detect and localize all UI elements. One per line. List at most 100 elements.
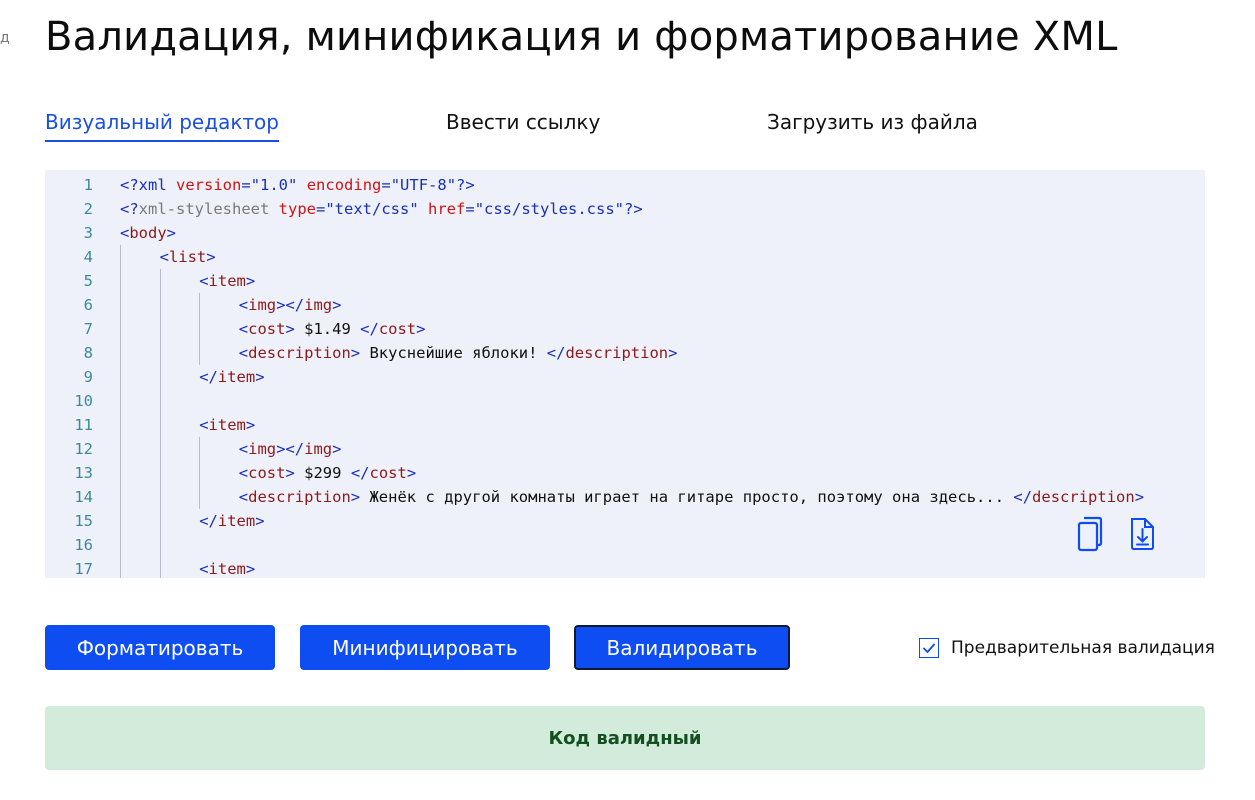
code-token: <	[199, 560, 209, 578]
code-line[interactable]: 1 <?xml version="1.0" encoding="UTF-8"?>	[45, 173, 1205, 197]
code-token: cost	[369, 464, 407, 482]
line-number: 8	[83, 344, 93, 362]
code-token: <	[238, 440, 249, 458]
page-title: Валидация, минификация и форматирование …	[45, 14, 1118, 60]
code-token: <	[238, 296, 249, 314]
code-line[interactable]: 10	[45, 389, 1205, 413]
prevalidation-label: Предварительная валидация	[951, 638, 1215, 658]
validation-result-message: Код валидный	[548, 727, 702, 749]
prevalidation-toggle[interactable]: Предварительная валидация	[919, 636, 1215, 660]
code-token: cost	[248, 464, 286, 482]
code-token: <	[238, 488, 249, 506]
code-token: >	[166, 224, 177, 242]
code-token: </	[546, 344, 566, 362]
code-text: <cost> $1.49 </cost>	[239, 317, 426, 341]
format-button[interactable]: Форматировать	[45, 625, 275, 670]
indent-guide	[120, 245, 121, 578]
code-token: "UTF-8"	[390, 176, 457, 194]
code-token: <	[238, 464, 249, 482]
code-token: "1.0"	[250, 176, 298, 194]
code-token: item	[217, 368, 256, 386]
tab-enter-url[interactable]: Ввести ссылку	[446, 110, 600, 140]
minify-button[interactable]: Минифицировать	[300, 625, 550, 670]
line-number: 14	[74, 488, 93, 506]
prevalidation-checkbox[interactable]	[919, 638, 939, 658]
code-token: >	[406, 464, 417, 482]
code-token: =	[241, 176, 251, 194]
code-token: >	[350, 488, 361, 506]
code-token: <	[199, 416, 209, 434]
code-token: >	[285, 464, 295, 482]
code-line[interactable]: 15 </item>	[45, 509, 1205, 533]
code-text: <img></img>	[239, 437, 342, 461]
line-number: 4	[83, 248, 93, 266]
code-line[interactable]: 17 <item>	[45, 557, 1205, 578]
code-line[interactable]: 9 </item>	[45, 365, 1205, 389]
code-line[interactable]: 8 <description> Вкуснейшие яблоки! </desc…	[45, 341, 1205, 365]
code-token: </	[350, 464, 370, 482]
code-line[interactable]: 14 <description> Женёк с другой комнаты и…	[45, 485, 1205, 509]
code-token: =	[316, 200, 326, 218]
code-token: <?xml	[120, 176, 167, 194]
code-token: ></	[276, 440, 305, 458]
code-line[interactable]: 12 <img></img>	[45, 437, 1205, 461]
download-button[interactable]	[1124, 514, 1160, 554]
code-token: <	[199, 272, 209, 290]
code-line[interactable]: 4 <list>	[45, 245, 1205, 269]
validation-result-banner: Код валидный	[45, 706, 1205, 770]
code-token: $299	[294, 464, 351, 482]
validate-button[interactable]: Валидировать	[574, 625, 790, 670]
code-line[interactable]: 11 <item>	[45, 413, 1205, 437]
line-number: 1	[83, 176, 93, 194]
code-token: Женёк с другой комнаты играет на гитаре …	[360, 488, 1014, 506]
code-editor-lines[interactable]: 1 <?xml version="1.0" encoding="UTF-8"?> 2…	[45, 170, 1205, 578]
code-token: img	[304, 296, 333, 314]
line-number: 10	[74, 392, 93, 410]
code-token: item	[208, 272, 246, 290]
code-line[interactable]: 5 <item>	[45, 269, 1205, 293]
line-number: 16	[74, 536, 93, 554]
code-text: <img></img>	[239, 293, 342, 317]
code-token: $1.49	[294, 320, 361, 338]
code-token: description	[565, 344, 669, 362]
line-number: 17	[74, 560, 93, 578]
code-text: <body>	[120, 221, 176, 245]
line-number: 6	[83, 296, 93, 314]
code-token: >	[255, 368, 265, 386]
code-line[interactable]: 13 <cost> $299 </cost>	[45, 461, 1205, 485]
edge-glyph: д	[0, 30, 10, 46]
code-editor[interactable]: 1 <?xml version="1.0" encoding="UTF-8"?> 2…	[45, 170, 1205, 578]
code-token: =	[465, 200, 475, 218]
code-token: encoding	[306, 176, 382, 194]
code-text: </item>	[199, 365, 264, 389]
code-line[interactable]: 7 <cost> $1.49 </cost>	[45, 317, 1205, 341]
line-number: 7	[83, 320, 93, 338]
code-token: >	[245, 416, 256, 434]
code-token: cost	[378, 320, 417, 338]
code-line[interactable]: 6 <img></img>	[45, 293, 1205, 317]
code-line[interactable]: 16	[45, 533, 1205, 557]
line-number: 12	[74, 440, 93, 458]
code-token: </	[1013, 488, 1033, 506]
code-token: ?>	[624, 200, 643, 218]
line-number: 11	[74, 416, 93, 434]
code-line[interactable]: 2 <?xml-stylesheet type="text/css" href="…	[45, 197, 1205, 221]
tab-upload-file[interactable]: Загрузить из файла	[767, 110, 978, 140]
code-text: <description> Вкуснейшие яблоки! </descr…	[239, 341, 678, 365]
code-token: img	[248, 440, 277, 458]
code-token: >	[332, 296, 342, 314]
code-token: <	[159, 248, 169, 266]
code-token: >	[668, 344, 678, 362]
code-token: >	[350, 344, 361, 362]
code-token: "text/css"	[325, 200, 419, 218]
copy-button[interactable]	[1072, 514, 1108, 554]
code-token: >	[1134, 488, 1145, 506]
download-icon	[1131, 518, 1154, 550]
code-token: xml-stylesheet	[138, 200, 270, 218]
code-token: >	[206, 248, 216, 266]
tab-visual-editor[interactable]: Визуальный редактор	[45, 110, 279, 142]
code-line[interactable]: 3 <body>	[45, 221, 1205, 245]
code-token: item	[208, 560, 246, 578]
